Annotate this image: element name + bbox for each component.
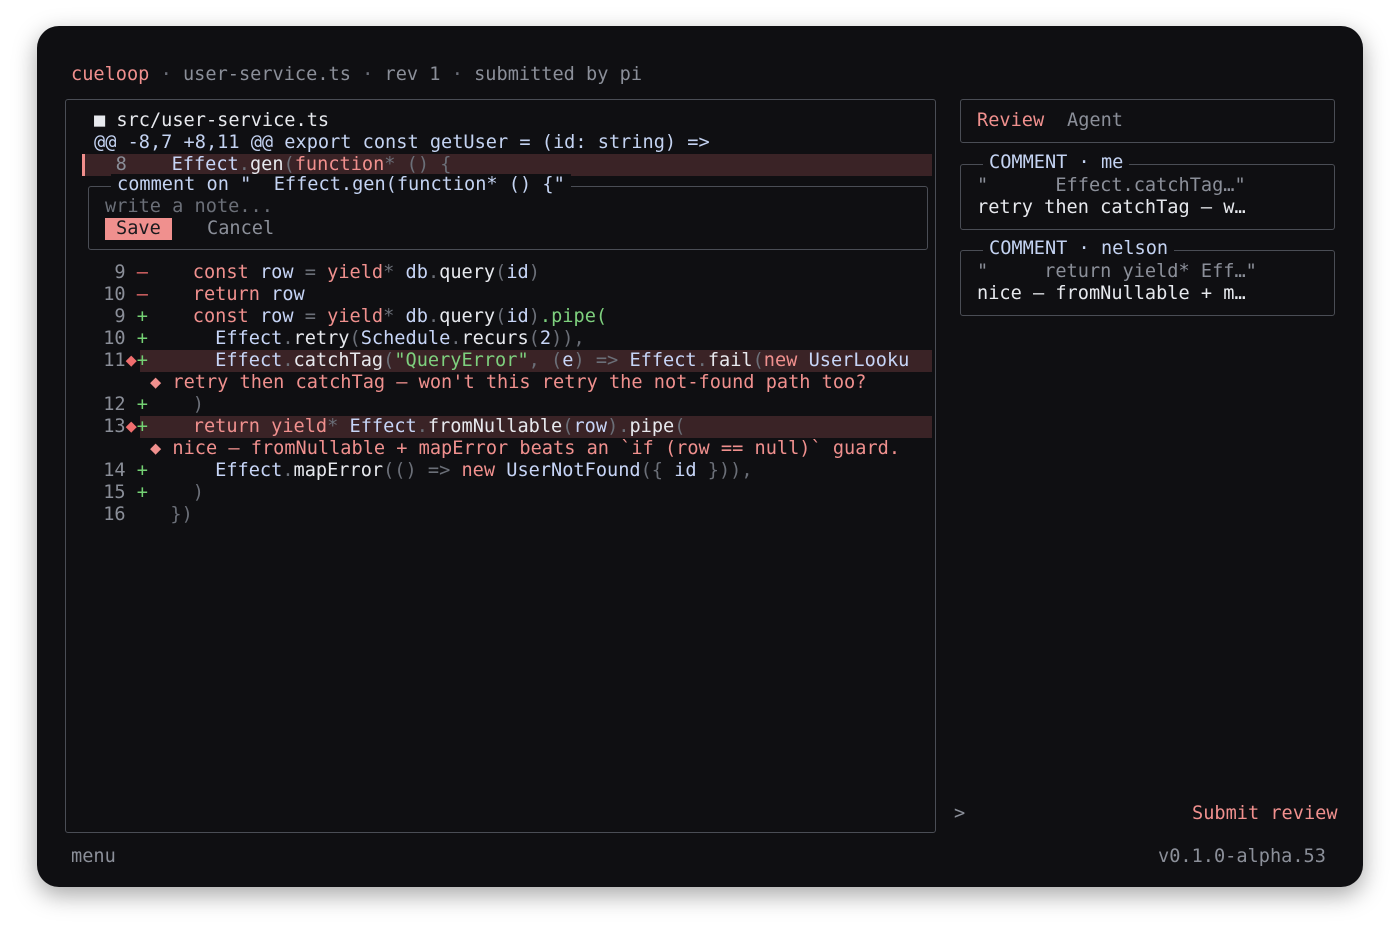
- comment-editor: comment on " Effect.gen(function* () {" …: [88, 174, 928, 250]
- diff-line-added[interactable]: 9 + const row = yield* db.query(id).pipe…: [92, 306, 607, 328]
- version-label: v0.1.0-alpha.53: [1158, 846, 1326, 867]
- comment-author: COMMENT · me: [983, 152, 1130, 174]
- header-submitter: submitted by pi: [474, 64, 643, 85]
- app-window: cueloop · user-service.ts · rev 1 · subm…: [37, 26, 1363, 887]
- diff-line-commented[interactable]: 11◆+ Effect.catchTag("QueryError", (e) =…: [92, 350, 909, 372]
- review-comment-card[interactable]: COMMENT · me " Effect.catchTag…" retry t…: [960, 152, 1335, 230]
- comment-text: retry then catchTag – w…: [977, 197, 1246, 218]
- diff-line-added[interactable]: 15 + ): [92, 482, 204, 504]
- diff-line-added[interactable]: 12 + ): [92, 394, 204, 416]
- header-bar: cueloop · user-service.ts · rev 1 · subm…: [71, 64, 642, 85]
- submit-review-button[interactable]: Submit review: [1192, 803, 1338, 825]
- file-title: ■ src/user-service.ts: [94, 110, 330, 131]
- line-number: 8: [82, 154, 172, 175]
- comment-quote: " Effect.catchTag…": [977, 175, 1246, 196]
- diff-line-removed[interactable]: 9 – const row = yield* db.query(id): [92, 262, 540, 284]
- diff-panel[interactable]: ■ src/user-service.ts @@ -8,7 +8,11 @@ e…: [65, 99, 936, 833]
- hunk-header: @@ -8,7 +8,11 @@ export const getUser = …: [94, 132, 710, 153]
- tab-agent[interactable]: Agent: [1067, 110, 1123, 132]
- sidebar-tabs: Review Agent: [960, 99, 1335, 143]
- comment-editor-title: comment on " Effect.gen(function* () {": [111, 174, 571, 196]
- comment-input[interactable]: [105, 196, 905, 218]
- tab-review[interactable]: Review: [977, 110, 1044, 132]
- inline-comment[interactable]: ◆ retry then catchTag – won't this retry…: [150, 372, 866, 394]
- diff-line-commented[interactable]: 13◆+ return yield* Effect.fromNullable(r…: [92, 416, 685, 438]
- comment-author: COMMENT · nelson: [983, 238, 1175, 260]
- inline-comment[interactable]: ◆ nice – fromNullable + mapError beats a…: [150, 438, 900, 460]
- diff-line-added[interactable]: 10 + Effect.retry(Schedule.recurs(2)),: [92, 328, 584, 350]
- diff-line-context[interactable]: 16 }): [92, 504, 193, 526]
- review-comment-card[interactable]: COMMENT · nelson " return yield* Eff…" n…: [960, 238, 1335, 316]
- diff-line-added[interactable]: 14 + Effect.mapError(() => new UserNotFo…: [92, 460, 752, 482]
- app-name: cueloop: [71, 64, 150, 85]
- header-file-name: user-service.ts: [182, 64, 351, 85]
- header-separator: ·: [451, 64, 463, 85]
- header-separator: ·: [160, 64, 172, 85]
- prompt-input-caret[interactable]: >: [954, 803, 965, 825]
- header-separator: ·: [362, 64, 374, 85]
- cancel-button[interactable]: Cancel: [207, 218, 274, 240]
- save-button[interactable]: Save: [105, 218, 172, 240]
- diff-line-selected[interactable]: 8 Effect.gen(function* () {: [82, 154, 452, 176]
- diff-line-removed[interactable]: 10 – return row: [92, 284, 305, 306]
- header-revision: rev 1: [384, 64, 441, 85]
- comment-quote: " return yield* Eff…": [977, 261, 1257, 282]
- comment-text: nice – fromNullable + m…: [977, 283, 1246, 304]
- menu-button[interactable]: menu: [71, 846, 116, 868]
